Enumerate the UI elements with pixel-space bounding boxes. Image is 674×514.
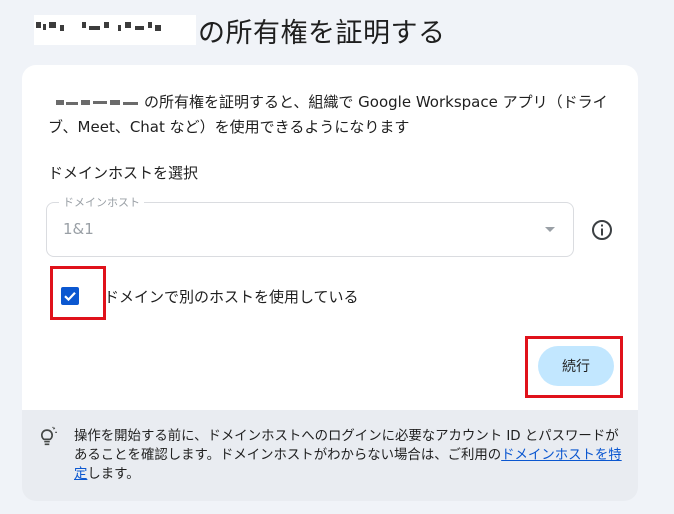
dropdown-arrow-icon bbox=[545, 227, 555, 232]
different-host-checkbox[interactable] bbox=[61, 287, 79, 305]
domain-host-select[interactable]: ドメインホスト 1&1 bbox=[46, 194, 574, 257]
page-title: の所有権を証明する bbox=[34, 12, 446, 49]
lightbulb-icon bbox=[41, 426, 57, 446]
redacted-domain-inline bbox=[56, 97, 140, 109]
redacted-domain-name bbox=[34, 15, 196, 45]
notice-text-after: します。 bbox=[87, 467, 140, 482]
host-section-label: ドメインホストを選択 bbox=[48, 164, 199, 182]
notice-text: 操作を開始する前に、ドメインホストへのログインに必要なアカウント ID とパスワ… bbox=[74, 427, 630, 484]
different-host-checkbox-label[interactable]: ドメインで別のホストを使用している bbox=[104, 286, 359, 307]
page: の所有権を証明する の所有権を証明すると、組織で Google Workspac… bbox=[0, 0, 674, 514]
continue-button[interactable]: 続行 bbox=[538, 346, 614, 386]
domain-host-select-value: 1&1 bbox=[63, 220, 94, 238]
intro-description: の所有権を証明すると、組織で Google Workspace アプリ（ドライブ… bbox=[48, 90, 614, 140]
domain-host-select-legend: ドメインホスト bbox=[59, 194, 144, 210]
page-title-text: の所有権を証明する bbox=[198, 17, 446, 49]
checkmark-icon bbox=[64, 292, 76, 302]
info-icon[interactable] bbox=[590, 218, 614, 242]
